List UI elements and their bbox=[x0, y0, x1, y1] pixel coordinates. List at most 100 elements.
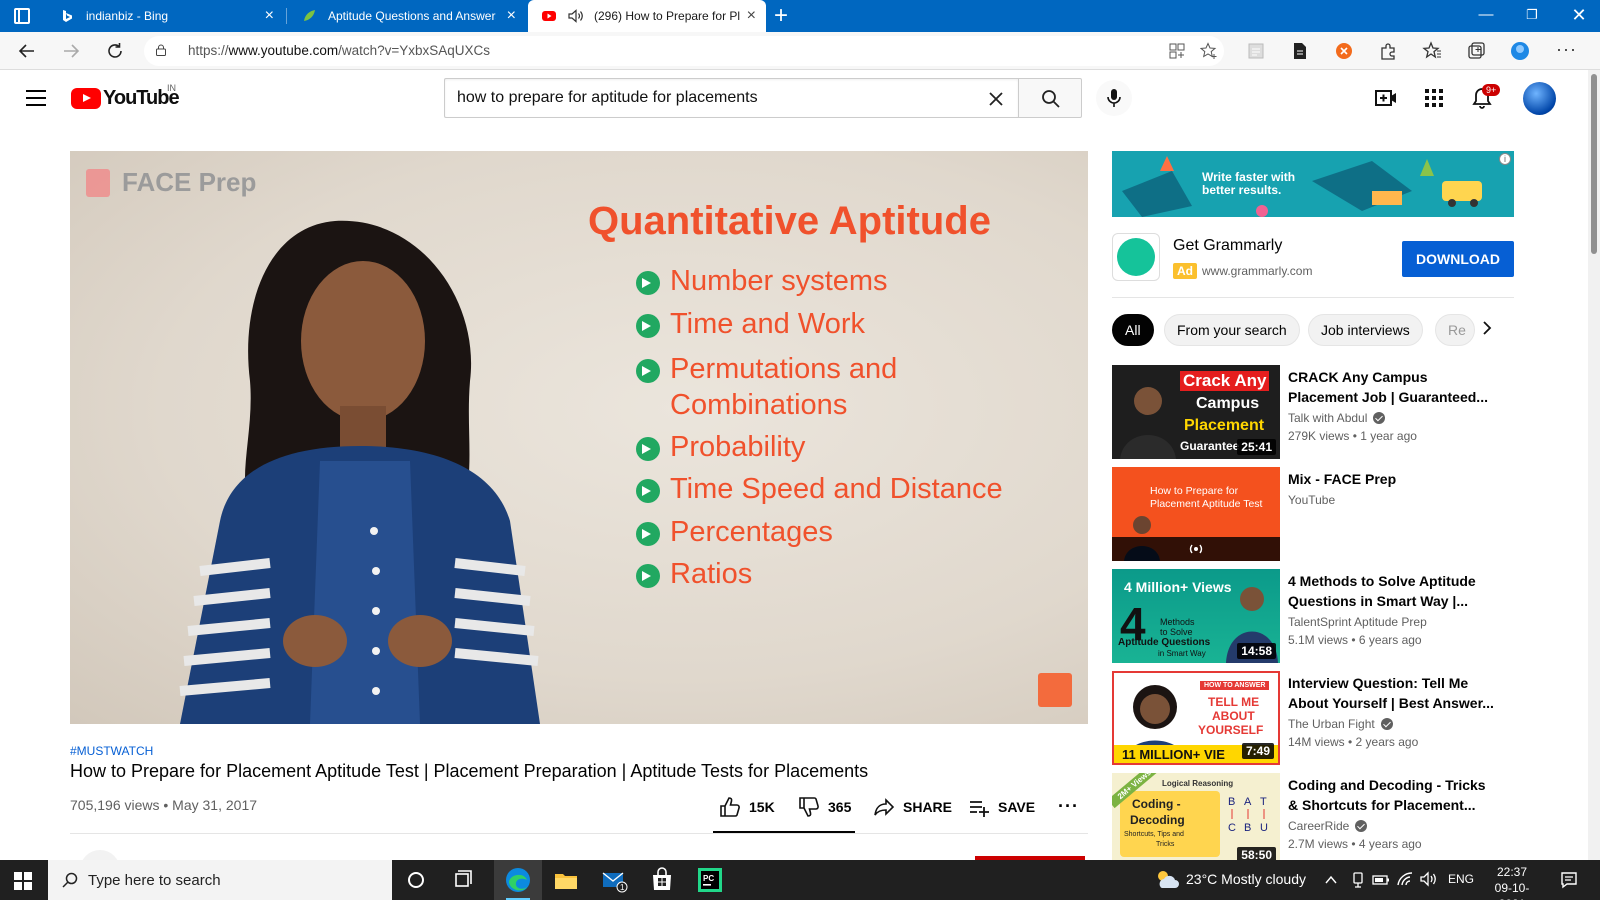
recommended-video[interactable]: Logical Reasoning Coding - Decoding Shor… bbox=[1112, 773, 1532, 867]
chip-from-your-search[interactable]: From your search bbox=[1164, 314, 1300, 346]
video-thumbnail[interactable]: 4 Million+ Views 4 Methods to Solve Apti… bbox=[1112, 569, 1280, 663]
video-player[interactable]: FACE Prep Quantitative Aptitude Number s… bbox=[70, 151, 1088, 724]
recommended-video[interactable]: 4 Million+ Views 4 Methods to Solve Apti… bbox=[1112, 569, 1532, 663]
search-query[interactable]: how to prepare for aptitude for placemen… bbox=[457, 89, 758, 107]
chip-job-interviews[interactable]: Job interviews bbox=[1308, 314, 1423, 346]
url-text[interactable]: https://www.youtube.com/watch?v=YxbxSAqU… bbox=[188, 43, 490, 58]
save-button[interactable]: SAVE bbox=[968, 796, 1035, 818]
lock-icon[interactable] bbox=[156, 44, 166, 56]
channel-name[interactable]: TalentSprint Aptitude Prep bbox=[1288, 615, 1427, 629]
chevron-up-icon[interactable] bbox=[1324, 873, 1338, 887]
add-favorite-icon[interactable] bbox=[1200, 42, 1218, 60]
language-indicator[interactable]: ENG bbox=[1448, 872, 1474, 886]
clear-search-icon[interactable] bbox=[986, 89, 1006, 109]
notification-count-badge[interactable]: 9+ bbox=[1482, 84, 1501, 96]
battery-icon[interactable] bbox=[1372, 873, 1390, 887]
video-title[interactable]: Interview Question: Tell Me About Yourse… bbox=[1288, 673, 1498, 713]
favorites-icon[interactable] bbox=[1422, 41, 1442, 61]
like-button[interactable]: 15K bbox=[719, 796, 775, 818]
apps-grid-icon[interactable] bbox=[1422, 86, 1446, 110]
ad-info-icon[interactable]: i bbox=[1499, 153, 1511, 165]
profile-icon[interactable] bbox=[1510, 41, 1530, 61]
document-extension-icon[interactable] bbox=[1290, 41, 1310, 61]
edge-browser-icon[interactable] bbox=[504, 866, 532, 894]
notification-center-icon[interactable] bbox=[1560, 871, 1578, 889]
video-thumbnail[interactable]: HOW TO ANSWER TELL ME ABOUT YOURSELF 11 … bbox=[1112, 671, 1280, 765]
search-input[interactable]: how to prepare for aptitude for placemen… bbox=[444, 78, 1018, 118]
grammarly-logo-icon[interactable] bbox=[1112, 233, 1160, 281]
weather-cloudy-icon[interactable] bbox=[1154, 868, 1180, 890]
wifi-icon[interactable] bbox=[1396, 871, 1414, 887]
cortana-icon[interactable] bbox=[402, 866, 430, 894]
chip-all[interactable]: All bbox=[1112, 314, 1154, 346]
channel-name[interactable]: YouTube bbox=[1288, 493, 1335, 507]
taskbar-search-box[interactable]: Type here to search bbox=[48, 860, 392, 900]
close-tab-icon[interactable]: × bbox=[265, 8, 274, 24]
video-thumbnail[interactable]: Crack Any Campus Placement Guarantee 25:… bbox=[1112, 365, 1280, 459]
channel-name[interactable]: The Urban Fight bbox=[1288, 717, 1393, 731]
close-window-icon[interactable]: ✕ bbox=[1556, 2, 1600, 28]
volume-icon[interactable] bbox=[1420, 871, 1438, 887]
maximize-icon[interactable]: ❐ bbox=[1509, 2, 1555, 28]
search-button[interactable] bbox=[1018, 78, 1082, 118]
windows-start-icon[interactable] bbox=[14, 872, 32, 890]
presenter-figure bbox=[179, 220, 540, 724]
new-tab-icon[interactable]: + bbox=[774, 4, 788, 28]
more-actions-icon[interactable]: ··· bbox=[1058, 796, 1079, 817]
recommended-video[interactable]: HOW TO ANSWER TELL ME ABOUT YOURSELF 11 … bbox=[1112, 671, 1532, 765]
more-options-icon[interactable]: ··· bbox=[1556, 39, 1576, 59]
slide-topic: Time Speed and Distance bbox=[670, 473, 1003, 505]
recommended-video[interactable]: How to Prepare for Placement Aptitude Te… bbox=[1112, 467, 1532, 561]
video-thumbnail[interactable]: Logical Reasoning Coding - Decoding Shor… bbox=[1112, 773, 1280, 867]
create-video-icon[interactable] bbox=[1374, 86, 1398, 110]
menu-icon[interactable] bbox=[26, 90, 46, 106]
video-title[interactable]: Mix - FACE Prep bbox=[1288, 469, 1498, 489]
tab-aptitude[interactable]: Aptitude Questions and Answers × bbox=[288, 0, 526, 32]
scrollbar-thumb[interactable] bbox=[1591, 74, 1597, 254]
close-tab-icon[interactable]: × bbox=[747, 8, 756, 24]
meet-now-icon[interactable] bbox=[1350, 871, 1366, 889]
video-title[interactable]: 4 Methods to Solve Aptitude Questions in… bbox=[1288, 571, 1498, 611]
youtube-logo[interactable]: YouTube IN bbox=[71, 83, 180, 109]
ad-title[interactable]: Get Grammarly bbox=[1173, 237, 1282, 255]
page-scrollbar[interactable] bbox=[1588, 70, 1600, 860]
app-available-icon[interactable] bbox=[1168, 42, 1186, 60]
collections-icon[interactable] bbox=[1466, 41, 1486, 61]
orange-extension-icon[interactable] bbox=[1334, 41, 1354, 61]
video-title[interactable]: CRACK Any Campus Placement Job | Guarant… bbox=[1288, 367, 1498, 407]
extensions-icon[interactable] bbox=[1378, 41, 1398, 61]
account-avatar[interactable] bbox=[1523, 82, 1556, 115]
chevron-right-icon[interactable] bbox=[1479, 320, 1495, 336]
back-icon[interactable] bbox=[16, 40, 38, 62]
tab-actions-icon[interactable] bbox=[14, 8, 30, 24]
refresh-icon[interactable] bbox=[104, 40, 126, 62]
chip-more[interactable]: Re bbox=[1435, 314, 1475, 346]
taskbar-clock[interactable]: 22:37 09-10-2021 bbox=[1482, 864, 1542, 900]
mail-icon[interactable]: 1 bbox=[600, 866, 628, 894]
close-tab-icon[interactable]: × bbox=[507, 8, 516, 24]
address-bar[interactable]: https://www.youtube.com/watch?v=YxbxSAqU… bbox=[144, 36, 1224, 66]
tab-bing[interactable]: indianbiz - Bing × bbox=[46, 0, 284, 32]
file-explorer-icon[interactable] bbox=[552, 866, 580, 894]
download-button[interactable]: DOWNLOAD bbox=[1402, 241, 1514, 277]
tab-youtube-active[interactable]: (296) How to Prepare for Placement Aptit… bbox=[528, 0, 766, 32]
weather-text[interactable]: 23°C Mostly cloudy bbox=[1186, 871, 1306, 887]
minimize-icon[interactable]: — bbox=[1463, 2, 1509, 28]
ad-banner-image[interactable]: Write faster with better results. bbox=[1112, 151, 1514, 217]
task-view-icon[interactable] bbox=[450, 866, 478, 894]
share-button[interactable]: SHARE bbox=[873, 796, 952, 818]
dislike-button[interactable]: 365 bbox=[798, 796, 851, 818]
channel-watermark-icon[interactable] bbox=[1038, 673, 1072, 707]
video-title[interactable]: Coding and Decoding - Tricks & Shortcuts… bbox=[1288, 775, 1498, 815]
channel-name[interactable]: CareerRide bbox=[1288, 819, 1368, 833]
speaker-icon[interactable] bbox=[568, 9, 584, 23]
hashtag-link[interactable]: #MUSTWATCH bbox=[70, 744, 153, 758]
forward-icon[interactable] bbox=[60, 40, 82, 62]
voice-search-button[interactable] bbox=[1096, 80, 1132, 116]
pycharm-icon[interactable]: PC bbox=[696, 866, 724, 894]
recommended-video[interactable]: Crack Any Campus Placement Guarantee 25:… bbox=[1112, 365, 1532, 459]
video-thumbnail[interactable]: How to Prepare for Placement Aptitude Te… bbox=[1112, 467, 1280, 561]
extension-grid-icon[interactable] bbox=[1246, 41, 1266, 61]
microsoft-store-icon[interactable] bbox=[648, 866, 676, 894]
channel-name[interactable]: Talk with Abdul bbox=[1288, 411, 1386, 425]
